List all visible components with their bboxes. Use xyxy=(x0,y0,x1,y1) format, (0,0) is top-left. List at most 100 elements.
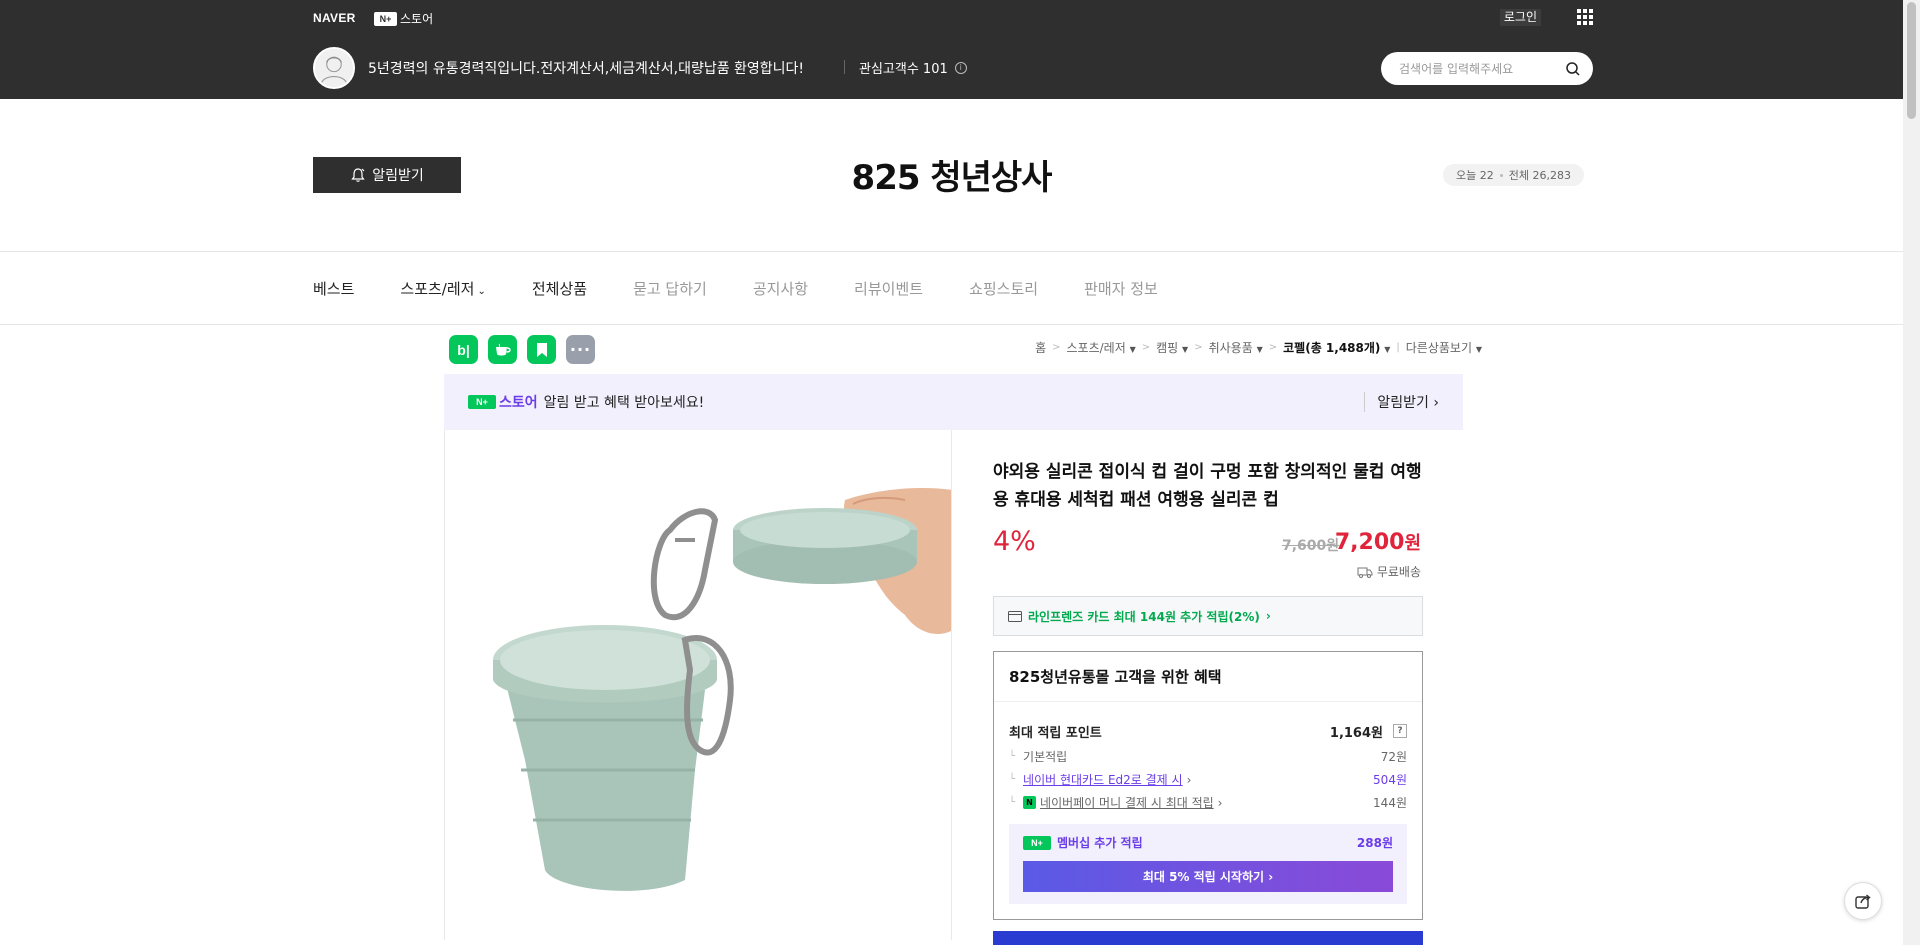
other-products-label: 다른상품보기 xyxy=(1405,341,1473,355)
breadcrumb-other-products[interactable]: 다른상품보기 ▼ xyxy=(1406,339,1482,356)
sale-price: 7,200원 xyxy=(1335,529,1421,555)
caret-down-icon: ▼ xyxy=(1182,345,1189,354)
sale-price-value: 7,200 xyxy=(1334,530,1405,555)
tree-line-icon: └ xyxy=(1009,774,1016,785)
sale-price-unit: 원 xyxy=(1404,533,1421,554)
info-icon[interactable]: i xyxy=(954,61,967,74)
breadcrumb-camping-label: 캠핑 xyxy=(1156,341,1179,355)
store-name[interactable]: 825 청년상사 xyxy=(0,150,1903,199)
original-price: 7,600원 xyxy=(1282,538,1340,554)
breadcrumb-cookware[interactable]: 취사용품 ▼ xyxy=(1209,339,1263,356)
basic-points-row: └ 기본적립 72원 xyxy=(1009,745,1407,768)
breadcrumb-sports-label: 스포츠/레저 xyxy=(1066,341,1126,355)
notice-alarm-link[interactable]: 알림받기 › xyxy=(1364,392,1439,412)
naver-logo[interactable]: NAVER xyxy=(313,11,356,25)
membership-box: N+ 멤버십 추가 적립 288원 최대 5% 적립 시작하기 › xyxy=(1009,824,1407,904)
card-benefit-text: 라인프렌즈 카드 최대 144원 추가 적립(2%) xyxy=(1028,609,1260,624)
npay-link[interactable]: 네이버페이 머니 결제 시 최대 적립 xyxy=(1040,794,1214,811)
breadcrumb-sports[interactable]: 스포츠/레저 ▼ xyxy=(1067,339,1136,356)
share-float-button[interactable] xyxy=(1844,882,1882,920)
login-link[interactable]: 로그인 xyxy=(1499,9,1541,26)
basic-points-label-wrap: └ 기본적립 xyxy=(1009,748,1067,765)
visit-separator xyxy=(1499,173,1503,177)
store-link-label: 스토어 xyxy=(400,12,434,26)
credit-card-icon xyxy=(1008,610,1022,622)
promo-banner[interactable] xyxy=(993,931,1423,945)
bookmark-share-icon[interactable] xyxy=(527,335,556,364)
scrollbar-thumb[interactable] xyxy=(1907,2,1916,119)
breadcrumb-camping[interactable]: 캠핑 ▼ xyxy=(1156,339,1188,356)
product-image[interactable] xyxy=(444,430,952,940)
total-visits: 전체 26,283 xyxy=(1508,169,1571,182)
nplus-store-link[interactable]: N+ 스토어 xyxy=(374,10,433,27)
notice-action-label: 알림받기 xyxy=(1377,395,1429,411)
membership-value: 288원 xyxy=(1356,836,1393,850)
breadcrumb-separator: > xyxy=(1141,342,1151,353)
hyundai-card-row: └ 네이버 현대카드 Ed2로 결제 시 › 504원 xyxy=(1009,768,1407,791)
notice-brand: 스토어 xyxy=(499,395,538,411)
nav-sports-label: 스포츠/레저 xyxy=(400,280,475,298)
caret-down-icon: ▼ xyxy=(1256,345,1263,354)
category-nav: 베스트 스포츠/레저 ⌄ 전체상품 묻고 답하기 공지사항 리뷰이벤트 쇼핑스토리… xyxy=(0,251,1903,325)
nav-sports-leisure[interactable]: 스포츠/레저 ⌄ xyxy=(400,278,485,299)
caret-down-icon: ▼ xyxy=(1129,345,1136,354)
followers-label: 관심고객수 101 xyxy=(859,62,948,77)
shipping-label: 무료배송 xyxy=(1376,565,1421,579)
breadcrumb-kopel[interactable]: 코펠(총 1,488개) ▼ xyxy=(1283,339,1390,356)
breadcrumb-separator: | xyxy=(1396,342,1400,353)
npay-label-wrap[interactable]: └ N 네이버페이 머니 결제 시 최대 적립 › xyxy=(1009,794,1222,811)
nav-all-products[interactable]: 전체상품 xyxy=(532,278,587,299)
breadcrumb-cookware-label: 취사용품 xyxy=(1208,341,1253,355)
caret-down-icon: ▼ xyxy=(1475,345,1482,354)
share-icon xyxy=(1855,894,1871,909)
shipping-info: 무료배송 xyxy=(1357,563,1421,580)
search-input[interactable] xyxy=(1399,61,1565,76)
breadcrumb-home[interactable]: 홈 xyxy=(1035,339,1046,356)
apps-grid-icon[interactable] xyxy=(1577,9,1593,25)
store-avatar[interactable] xyxy=(313,47,355,89)
cafe-share-icon[interactable] xyxy=(488,335,517,364)
today-visits: 오늘 22 xyxy=(1456,169,1494,182)
hyundai-label-wrap[interactable]: └ 네이버 현대카드 Ed2로 결제 시 › xyxy=(1009,771,1191,788)
hyundai-card-value: 504원 xyxy=(1373,773,1407,787)
membership-cta-label: 최대 5% 적립 시작하기 xyxy=(1142,870,1265,884)
chevron-right-icon: › xyxy=(1217,795,1223,810)
max-points-row: 최대 적립 포인트 1,164원? xyxy=(1009,717,1407,745)
share-buttons: b| ··· xyxy=(449,335,595,364)
nav-review-event[interactable]: 리뷰이벤트 xyxy=(854,278,923,299)
basic-points-label: 기본적립 xyxy=(1023,750,1068,764)
store-search xyxy=(1381,52,1593,85)
chevron-down-icon: ⌄ xyxy=(477,286,486,297)
nav-qna[interactable]: 묻고 답하기 xyxy=(633,278,707,299)
customer-benefit-box: 825청년유통몰 고객을 위한 혜택 최대 적립 포인트 1,164원? └ 기본… xyxy=(993,651,1423,920)
search-icon[interactable] xyxy=(1565,61,1581,77)
more-share-icon[interactable]: ··· xyxy=(566,335,595,364)
benefit-rows: 최대 적립 포인트 1,164원? └ 기본적립 72원 └ 네이버 현대카드 Ed… xyxy=(994,702,1422,814)
basic-points-value: 72원 xyxy=(1380,750,1407,764)
membership-label: 멤버십 추가 적립 xyxy=(1057,836,1143,850)
chevron-right-icon: › xyxy=(1186,772,1192,787)
silicone-cup-image xyxy=(445,430,951,940)
max-points-label: 최대 적립 포인트 xyxy=(1009,725,1102,741)
breadcrumb-kopel-label: 코펠(총 1,488개) xyxy=(1283,341,1381,355)
page-scrollbar[interactable] xyxy=(1903,0,1920,945)
membership-start-button[interactable]: 최대 5% 적립 시작하기 › xyxy=(1023,861,1393,892)
discount-rate: 4% xyxy=(993,526,1036,557)
nplus-badge: N+ xyxy=(1023,835,1051,850)
nav-seller-info[interactable]: 판매자 정보 xyxy=(1084,278,1158,299)
hyundai-card-link[interactable]: 네이버 현대카드 Ed2로 결제 시 xyxy=(1023,771,1183,788)
npay-value: 144원 xyxy=(1373,796,1407,810)
nav-notice[interactable]: 공지사항 xyxy=(753,278,808,299)
product-title: 야외용 실리콘 접이식 컵 걸이 구멍 포함 창의적인 물컵 여행용 휴대용 세… xyxy=(993,462,1422,510)
nav-shopping-story[interactable]: 쇼핑스토리 xyxy=(969,278,1038,299)
card-benefit-box[interactable]: 라인프렌즈 카드 최대 144원 추가 적립(2%) › xyxy=(993,596,1423,636)
nav-best[interactable]: 베스트 xyxy=(313,278,354,299)
membership-row: N+ 멤버십 추가 적립 288원 xyxy=(1023,834,1393,851)
help-icon[interactable]: ? xyxy=(1393,724,1407,738)
blog-share-icon[interactable]: b| xyxy=(449,335,478,364)
breadcrumb-separator: > xyxy=(1194,342,1203,353)
top-header-inner: NAVER N+ 스토어 로그인 5년경력의 유통경력직입니다.전자계산서,세금… xyxy=(313,0,1593,99)
caret-down-icon: ▼ xyxy=(1384,345,1391,354)
breadcrumb-separator: > xyxy=(1268,342,1278,353)
tree-line-icon: └ xyxy=(1009,751,1016,762)
